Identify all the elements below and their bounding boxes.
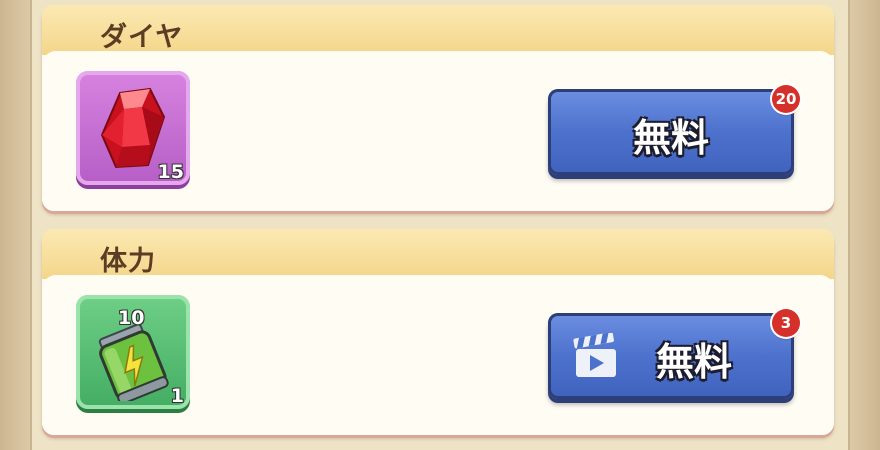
stamina-item-tile: 10 1 — [76, 295, 190, 409]
stamina-battery-icon — [98, 325, 169, 401]
card-title: 体力 — [100, 246, 156, 277]
shop-card-diamonds: ダイヤ 15 無料 20 — [42, 5, 834, 211]
button-label: 無料 — [632, 116, 709, 160]
item-count: 1 — [170, 385, 184, 407]
right-frame-edge — [850, 0, 880, 450]
remaining-count-badge: 20 — [772, 85, 800, 113]
item-count: 15 — [157, 161, 184, 183]
card-header: ダイヤ — [42, 5, 834, 55]
left-frame-edge — [0, 0, 30, 450]
stamina-amount-label: 10 — [118, 307, 145, 329]
card-body: 15 無料 20 — [42, 51, 834, 211]
button-label: 無料 — [655, 340, 732, 384]
remaining-count-badge: 3 — [772, 309, 800, 337]
red-gem-icon — [100, 87, 166, 169]
shop-card-stamina: 体力 10 1 無料 3 — [42, 229, 834, 435]
free-stamina-video-button[interactable]: 無料 3 — [548, 309, 800, 399]
card-body: 10 1 無料 3 — [42, 275, 834, 435]
card-title: ダイヤ — [100, 22, 184, 53]
free-diamonds-button[interactable]: 無料 20 — [548, 85, 800, 175]
diamond-item-tile: 15 — [76, 71, 190, 185]
card-header: 体力 — [42, 229, 834, 279]
